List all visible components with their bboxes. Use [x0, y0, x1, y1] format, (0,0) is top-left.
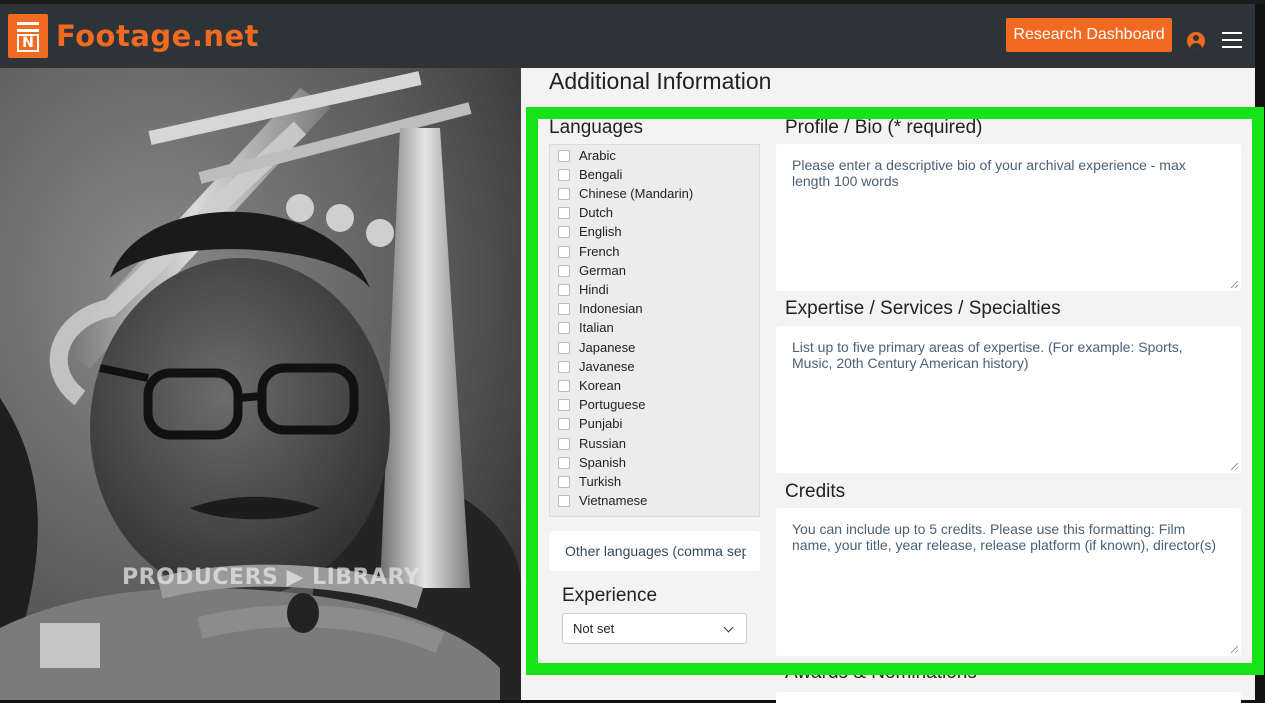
checkbox[interactable]: [558, 417, 570, 430]
language-option-japanese[interactable]: Japanese: [558, 339, 635, 356]
checkbox[interactable]: [558, 456, 570, 469]
resize-handle-icon[interactable]: [1231, 463, 1238, 470]
checkbox[interactable]: [558, 321, 570, 334]
bio-textarea[interactable]: Please enter a descriptive bio of your a…: [776, 144, 1241, 291]
checkbox[interactable]: [558, 475, 570, 488]
other-languages-input[interactable]: [565, 543, 746, 559]
checkbox[interactable]: [558, 341, 570, 354]
research-dashboard-button[interactable]: Research Dashboard: [1006, 18, 1172, 52]
resize-handle-icon[interactable]: [1231, 646, 1238, 653]
language-option-dutch[interactable]: Dutch: [558, 204, 613, 221]
checkbox[interactable]: [558, 283, 570, 296]
language-option-punjabi[interactable]: Punjabi: [558, 415, 622, 432]
language-option-french[interactable]: French: [558, 243, 619, 260]
credits-label: Credits: [785, 481, 846, 502]
bio-label: Profile / Bio (* required): [785, 117, 983, 138]
checkbox[interactable]: [558, 187, 570, 200]
checkbox[interactable]: [558, 149, 570, 162]
expertise-textarea[interactable]: List up to five primary areas of experti…: [776, 326, 1241, 473]
portrait-image: [0, 68, 521, 700]
experience-label: Experience: [562, 585, 658, 606]
language-option-english[interactable]: English: [558, 223, 622, 240]
checkbox[interactable]: [558, 264, 570, 277]
languages-list: Arabic Bengali Chinese (Mandarin) Dutch …: [549, 144, 760, 517]
language-option-vietnamese[interactable]: Vietnamese: [558, 492, 647, 509]
language-option-bengali[interactable]: Bengali: [558, 166, 622, 183]
checkbox[interactable]: [558, 437, 570, 450]
checkbox[interactable]: [558, 206, 570, 219]
brand-logo[interactable]: N Footage.net: [8, 14, 259, 58]
user-circle-icon[interactable]: [1187, 32, 1205, 50]
checkbox[interactable]: [558, 302, 570, 315]
checkbox[interactable]: [558, 494, 570, 507]
experience-select[interactable]: Not set: [562, 613, 747, 644]
language-option-chinese[interactable]: Chinese (Mandarin): [558, 185, 693, 202]
expertise-label: Expertise / Services / Specialties: [785, 298, 1061, 319]
checkbox[interactable]: [558, 379, 570, 392]
language-option-spanish[interactable]: Spanish: [558, 454, 626, 471]
hero-photo: PRODUCERS ▶ LIBRARY: [0, 68, 521, 700]
checkbox[interactable]: [558, 225, 570, 238]
awards-textarea[interactable]: [776, 692, 1241, 703]
expertise-placeholder: List up to five primary areas of experti…: [792, 339, 1183, 371]
checkbox[interactable]: [558, 398, 570, 411]
language-option-korean[interactable]: Korean: [558, 377, 621, 394]
hamburger-menu-icon[interactable]: [1222, 32, 1242, 48]
experience-selected-value: Not set: [573, 621, 615, 636]
checkbox[interactable]: [558, 245, 570, 258]
language-option-hindi[interactable]: Hindi: [558, 281, 609, 298]
checkbox[interactable]: [558, 360, 570, 373]
chevron-down-icon: [723, 622, 734, 633]
watermark: PRODUCERS ▶ LIBRARY: [122, 565, 421, 590]
footage-logo-icon: N: [8, 14, 48, 58]
bio-placeholder: Please enter a descriptive bio of your a…: [792, 157, 1186, 189]
language-option-german[interactable]: German: [558, 262, 626, 279]
page-title: Additional Information: [549, 68, 772, 94]
credits-placeholder: You can include up to 5 credits. Please …: [792, 521, 1217, 553]
awards-label: Awards & Nominations: [785, 662, 977, 683]
languages-label: Languages: [549, 117, 644, 138]
language-option-russian[interactable]: Russian: [558, 435, 626, 452]
navbar: N Footage.net Research Dashboard: [0, 4, 1255, 68]
language-option-indonesian[interactable]: Indonesian: [558, 300, 643, 317]
checkbox[interactable]: [558, 168, 570, 181]
language-option-turkish[interactable]: Turkish: [558, 473, 621, 490]
language-option-javanese[interactable]: Javanese: [558, 358, 635, 375]
brand-name: Footage.net: [56, 19, 260, 53]
other-languages-field[interactable]: [549, 531, 760, 571]
resize-handle-icon[interactable]: [1231, 281, 1238, 288]
language-option-arabic[interactable]: Arabic: [558, 147, 616, 164]
language-option-italian[interactable]: Italian: [558, 319, 614, 336]
credits-textarea[interactable]: You can include up to 5 credits. Please …: [776, 508, 1241, 656]
language-option-portuguese[interactable]: Portuguese: [558, 396, 646, 413]
